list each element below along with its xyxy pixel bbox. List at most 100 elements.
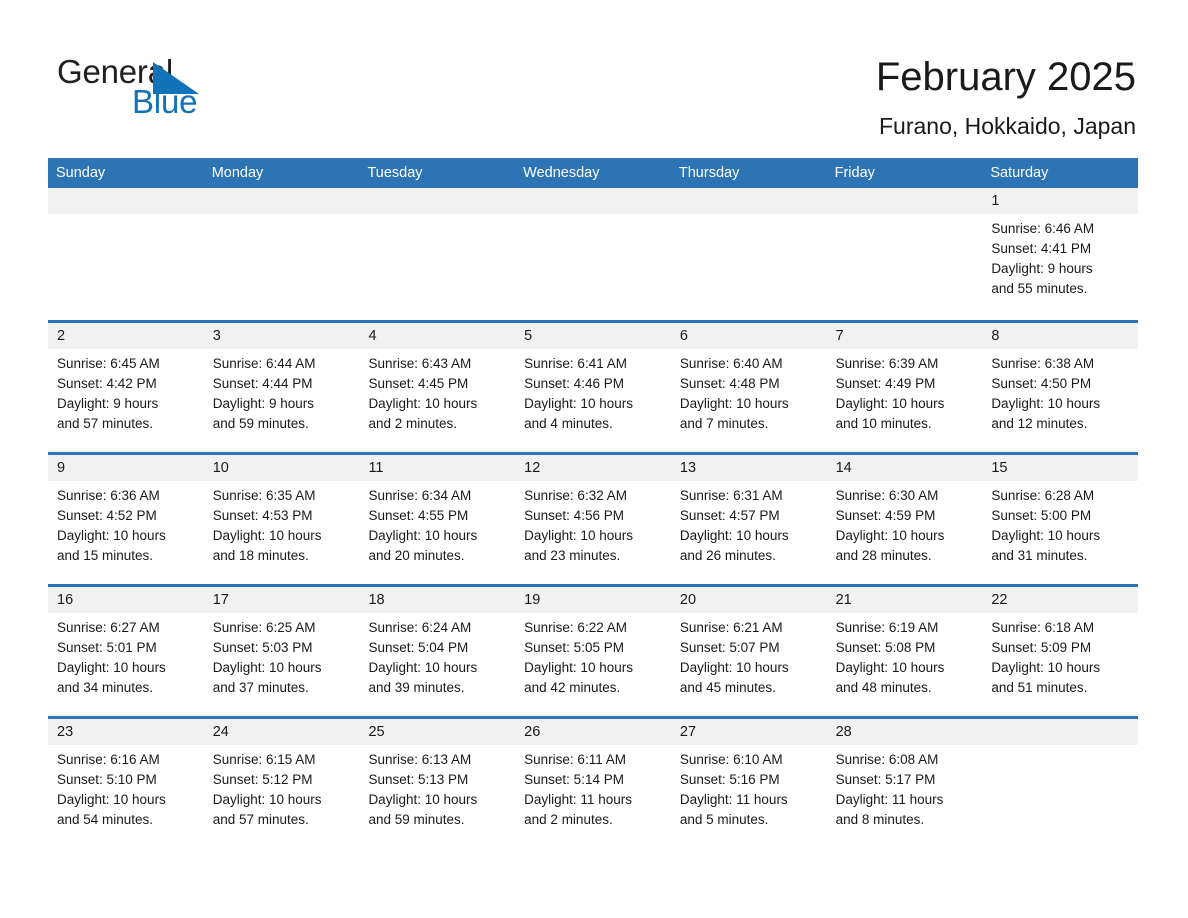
day-cell[interactable]: 12 Sunrise: 6:32 AM Sunset: 4:56 PM Dayligh…: [515, 455, 671, 584]
day-number-band: 23: [48, 719, 204, 745]
sunset-text: Sunset: 4:48 PM: [679, 376, 780, 391]
calendar-grid: Sunday Monday Tuesday Wednesday Thursday Frid…: [48, 158, 1139, 848]
day-number-band: 16: [48, 587, 204, 613]
day-cell[interactable]: 28 Sunrise: 6:08 AM Sunset: 5:17 PM Dayligh…: [826, 719, 983, 848]
brand-logo[interactable]: General Blue: [57, 52, 277, 124]
day-cell[interactable]: 18 Sunrise: 6:24 AM Sunset: 5:04 PM Dayligh…: [359, 587, 516, 716]
day-number: 9: [57, 460, 66, 476]
day-number: 15: [991, 460, 1008, 476]
sunrise-text: Sunrise: 6:24 AM: [368, 620, 472, 635]
day-cell[interactable]: 25 Sunrise: 6:13 AM Sunset: 5:13 PM Dayligh…: [359, 719, 516, 848]
day-number-band: [48, 188, 204, 214]
sunset-text: Sunset: 4:45 PM: [368, 376, 469, 391]
day-cell[interactable]: 22 Sunrise: 6:18 AM Sunset: 5:09 PM Dayligh…: [982, 587, 1139, 716]
daylight-text-line2: and 55 minutes.: [991, 281, 1088, 296]
weekday-header-wednesday: Wednesday: [523, 165, 600, 181]
daylight-text-line1: Daylight: 10 hours: [368, 660, 478, 675]
day-cell[interactable]: 17 Sunrise: 6:25 AM Sunset: 5:03 PM Dayligh…: [203, 587, 360, 716]
day-cell[interactable]: 13 Sunrise: 6:31 AM Sunset: 4:57 PM Dayligh…: [670, 455, 827, 584]
day-details: Sunrise: 6:11 AM Sunset: 5:14 PM Daylight:…: [515, 745, 671, 830]
day-cell[interactable]: 2 Sunrise: 6:45 AM Sunset: 4:42 PM Daylight…: [48, 323, 204, 452]
location-subtitle: Furano, Hokkaido, Japan: [879, 113, 1136, 139]
daylight-text-line2: and 10 minutes.: [835, 416, 932, 431]
day-number: 25: [368, 724, 385, 740]
sunset-text: Sunset: 5:13 PM: [368, 772, 469, 787]
sunset-text: Sunset: 5:01 PM: [57, 640, 157, 655]
page-title: February 2025: [875, 55, 1136, 99]
day-details: Sunrise: 6:35 AM Sunset: 4:53 PM Daylight:…: [204, 481, 360, 566]
day-cell-empty: [359, 188, 516, 320]
sunrise-text: Sunrise: 6:34 AM: [368, 488, 472, 503]
day-cell[interactable]: 20 Sunrise: 6:21 AM Sunset: 5:07 PM Dayligh…: [670, 587, 827, 716]
day-cell[interactable]: 5 Sunrise: 6:41 AM Sunset: 4:46 PM Daylight…: [515, 323, 671, 452]
sunrise-text: Sunrise: 6:08 AM: [835, 752, 939, 767]
day-cell[interactable]: 6 Sunrise: 6:40 AM Sunset: 4:48 PM Daylight…: [670, 323, 827, 452]
day-details: Sunrise: 6:19 AM Sunset: 5:08 PM Daylight:…: [827, 613, 983, 698]
day-number-band: 28: [826, 719, 983, 745]
daylight-text-line2: and 54 minutes.: [57, 812, 154, 827]
sunrise-text: Sunrise: 6:32 AM: [524, 488, 627, 503]
daylight-text-line1: Daylight: 10 hours: [57, 792, 166, 807]
day-number: 20: [679, 592, 697, 608]
daylight-text-line2: and 15 minutes.: [57, 548, 154, 563]
daylight-text-line1: Daylight: 10 hours: [835, 528, 945, 543]
sunset-text: Sunset: 5:16 PM: [679, 772, 780, 787]
daylight-text-line1: Daylight: 10 hours: [57, 528, 166, 543]
calendar-week-row: 16 Sunrise: 6:27 AM Sunset: 5:01 PM Dayligh…: [48, 584, 1139, 716]
day-cell[interactable]: 11 Sunrise: 6:34 AM Sunset: 4:55 PM Dayligh…: [359, 455, 516, 584]
day-number-band: [982, 719, 1139, 745]
calendar-week-row: 23 Sunrise: 6:16 AM Sunset: 5:10 PM Dayligh…: [48, 716, 1139, 848]
day-details: Sunrise: 6:27 AM Sunset: 5:01 PM Daylight:…: [48, 613, 204, 698]
sunset-text: Sunset: 5:17 PM: [835, 772, 936, 787]
day-number-band: 10: [203, 455, 360, 481]
daylight-text-line1: Daylight: 10 hours: [991, 396, 1101, 411]
day-number-band: 14: [826, 455, 983, 481]
day-cell[interactable]: 19 Sunrise: 6:22 AM Sunset: 5:05 PM Dayligh…: [515, 587, 671, 716]
daylight-text-line1: Daylight: 10 hours: [212, 792, 322, 807]
sunrise-text: Sunrise: 6:30 AM: [835, 488, 939, 503]
day-cell[interactable]: 15 Sunrise: 6:28 AM Sunset: 5:00 PM Dayligh…: [982, 455, 1139, 584]
day-details: Sunrise: 6:16 AM Sunset: 5:10 PM Daylight:…: [48, 745, 204, 830]
weekday-header-friday: Friday: [834, 165, 875, 181]
day-details: Sunrise: 6:44 AM Sunset: 4:44 PM Daylight:…: [204, 349, 360, 434]
sunset-text: Sunset: 5:00 PM: [991, 508, 1092, 523]
day-cell[interactable]: 23 Sunrise: 6:16 AM Sunset: 5:10 PM Dayligh…: [48, 719, 204, 848]
day-cell[interactable]: 14 Sunrise: 6:30 AM Sunset: 4:59 PM Dayligh…: [826, 455, 983, 584]
daylight-text-line2: and 37 minutes.: [212, 680, 309, 695]
sunrise-text: Sunrise: 6:18 AM: [991, 620, 1095, 635]
sunrise-text: Sunrise: 6:41 AM: [524, 356, 627, 371]
day-number-band: 24: [203, 719, 360, 745]
day-cell[interactable]: 26 Sunrise: 6:11 AM Sunset: 5:14 PM Dayligh…: [515, 719, 671, 848]
day-cell[interactable]: 8 Sunrise: 6:38 AM Sunset: 4:50 PM Daylight…: [982, 323, 1139, 452]
day-details: Sunrise: 6:46 AM Sunset: 4:41 PM Daylight:…: [982, 214, 1138, 299]
daylight-text-line2: and 18 minutes.: [212, 548, 309, 563]
day-cell[interactable]: 27 Sunrise: 6:10 AM Sunset: 5:16 PM Dayligh…: [670, 719, 827, 848]
sunrise-text: Sunrise: 6:39 AM: [835, 356, 939, 371]
day-details: Sunrise: 6:10 AM Sunset: 5:16 PM Daylight:…: [671, 745, 827, 830]
day-number-band: 22: [982, 587, 1139, 613]
day-cell[interactable]: 10 Sunrise: 6:35 AM Sunset: 4:53 PM Dayligh…: [203, 455, 360, 584]
sunrise-text: Sunrise: 6:19 AM: [835, 620, 939, 635]
day-cell[interactable]: 3 Sunrise: 6:44 AM Sunset: 4:44 PM Daylight…: [203, 323, 360, 452]
day-number: 16: [57, 592, 74, 608]
day-cell[interactable]: 24 Sunrise: 6:15 AM Sunset: 5:12 PM Dayligh…: [203, 719, 360, 848]
day-number: 7: [835, 328, 844, 344]
sunrise-text: Sunrise: 6:28 AM: [991, 488, 1095, 503]
day-cell[interactable]: 16 Sunrise: 6:27 AM Sunset: 5:01 PM Dayligh…: [48, 587, 204, 716]
day-cell[interactable]: 4 Sunrise: 6:43 AM Sunset: 4:45 PM Daylight…: [359, 323, 516, 452]
daylight-text-line1: Daylight: 10 hours: [679, 528, 789, 543]
day-number-band: [515, 188, 671, 214]
day-cell[interactable]: 1 Sunrise: 6:46 AM Sunset: 4:41 PM Daylight…: [982, 188, 1139, 320]
day-cell[interactable]: 9 Sunrise: 6:36 AM Sunset: 4:52 PM Daylight…: [48, 455, 204, 584]
day-number-band: 19: [515, 587, 671, 613]
sunrise-text: Sunrise: 6:13 AM: [368, 752, 472, 767]
day-details: Sunrise: 6:30 AM Sunset: 4:59 PM Daylight:…: [827, 481, 983, 566]
sunrise-text: Sunrise: 6:46 AM: [991, 221, 1095, 236]
day-number: 24: [212, 724, 229, 740]
day-cell[interactable]: 21 Sunrise: 6:19 AM Sunset: 5:08 PM Dayligh…: [826, 587, 983, 716]
day-number: 5: [524, 328, 533, 344]
day-details: Sunrise: 6:45 AM Sunset: 4:42 PM Daylight:…: [48, 349, 204, 434]
day-cell[interactable]: 7 Sunrise: 6:39 AM Sunset: 4:49 PM Daylight…: [826, 323, 983, 452]
day-number-band: 6: [670, 323, 827, 349]
day-details: Sunrise: 6:22 AM Sunset: 5:05 PM Daylight:…: [515, 613, 671, 698]
